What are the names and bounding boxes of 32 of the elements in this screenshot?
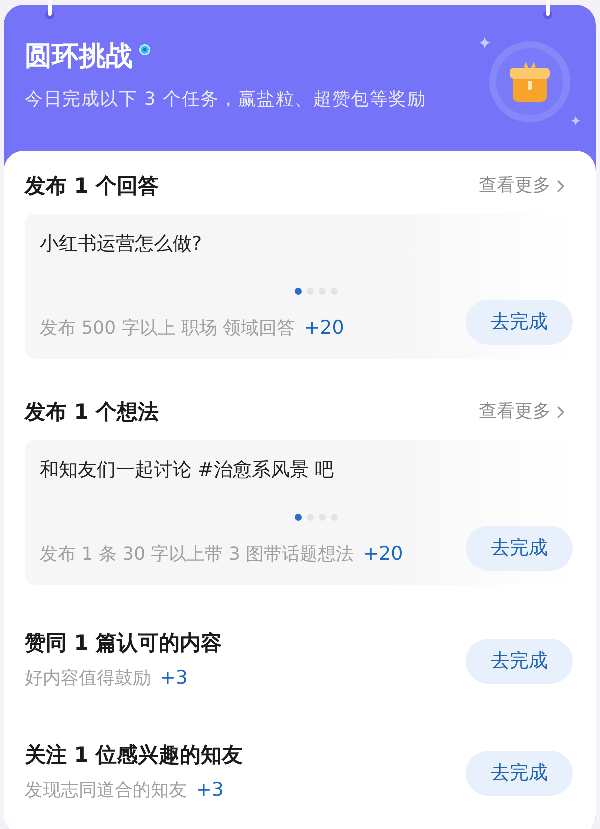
gift-icon <box>488 40 572 124</box>
complete-button[interactable]: 去完成 <box>466 750 573 796</box>
reward-points: +3 <box>160 666 188 691</box>
challenge-title: 圆环挑战 <box>25 40 133 74</box>
sparkle-icon <box>571 116 581 126</box>
reward-points: +20 <box>363 542 404 567</box>
dot-icon <box>139 44 151 56</box>
requirement-text: 发布 1 条 30 字以上带 3 图带话题想法 <box>40 543 354 567</box>
see-more-link[interactable]: 查看更多 <box>479 400 565 424</box>
chevron-right-icon <box>557 406 565 418</box>
see-more-link[interactable]: 查看更多 <box>479 174 565 198</box>
sparkle-icon <box>479 37 491 49</box>
prompt-text: 小红书运营怎么做? <box>40 232 204 257</box>
see-more-label: 查看更多 <box>479 400 551 424</box>
challenge-subtitle: 今日完成以下 3 个任务，赢盐粒、超赞包等奖励 <box>25 88 426 112</box>
complete-button[interactable]: 去完成 <box>466 300 573 345</box>
task-title: 发布 1 个想法 <box>25 399 160 425</box>
prompt-text: 和知友们一起讨论 #治愈系风景 吧 <box>40 458 335 483</box>
prompt-card[interactable]: 和知友们一起讨论 #治愈系风景 吧 发布 1 条 30 字以上带 3 图带话题想法 +20 去完成 <box>25 440 573 585</box>
task-title: 发布 1 个回答 <box>25 173 160 199</box>
task-title: 关注 1 位感兴趣的知友 <box>25 742 244 768</box>
requirement-text: 发现志同道合的知友 <box>25 779 187 803</box>
task-title: 赞同 1 篇认可的内容 <box>25 630 222 656</box>
prompt-card[interactable]: 小红书运营怎么做? 发布 500 字以上 职场 领域回答 +20 去完成 <box>25 214 573 359</box>
complete-button[interactable]: 去完成 <box>466 526 573 571</box>
requirement-text: 好内容值得鼓励 <box>25 667 151 691</box>
reward-points: +20 <box>304 316 344 341</box>
reward-points: +3 <box>196 778 224 803</box>
chevron-right-icon <box>557 180 565 192</box>
see-more-label: 查看更多 <box>479 174 551 198</box>
complete-button[interactable]: 去完成 <box>466 638 573 684</box>
requirement-text: 发布 500 字以上 职场 领域回答 <box>40 317 296 341</box>
